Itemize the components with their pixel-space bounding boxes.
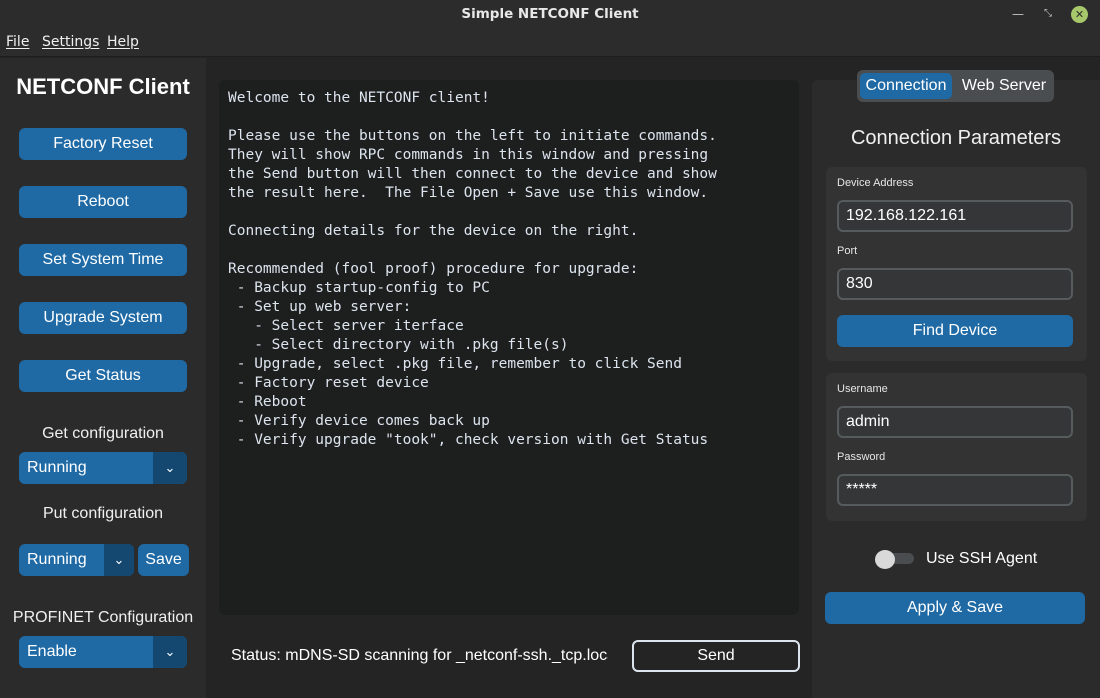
chevron-down-icon[interactable]: ⌄ (104, 544, 134, 576)
output-textbox[interactable]: Welcome to the NETCONF client! Please us… (219, 80, 799, 615)
maximize-icon[interactable]: ⤡ (1040, 6, 1056, 22)
title-bar: Simple NETCONF Client — ⤡ ✕ (0, 0, 1100, 29)
send-button[interactable]: Send (632, 640, 800, 672)
status-text: Status: mDNS-SD scanning for _netconf-ss… (231, 647, 608, 664)
get-configuration-label: Get configuration (42, 425, 164, 442)
set-system-time-button[interactable]: Set System Time (19, 244, 187, 276)
put-configuration-select[interactable]: Running ⌄ (19, 544, 134, 576)
app-title: NETCONF Client (16, 74, 190, 99)
toggle-knob (875, 550, 895, 569)
password-label: Password (837, 451, 886, 463)
put-configuration-label: Put configuration (42, 505, 164, 522)
chevron-down-icon[interactable]: ⌄ (153, 636, 187, 668)
tab-bar: Connection Web Server (857, 70, 1054, 102)
close-icon[interactable]: ✕ (1071, 6, 1088, 23)
device-address-label: Device Address (837, 177, 914, 189)
factory-reset-button[interactable]: Factory Reset (19, 128, 187, 160)
device-address-input[interactable]: 192.168.122.161 (837, 200, 1073, 232)
output-text: Welcome to the NETCONF client! Please us… (228, 90, 717, 448)
password-input[interactable]: ***** (837, 474, 1073, 506)
minimize-icon[interactable]: — (1010, 6, 1026, 22)
menu-settings[interactable]: Settings (42, 34, 99, 50)
window-title: Simple NETCONF Client (461, 6, 639, 22)
upgrade-system-button[interactable]: Upgrade System (19, 302, 187, 334)
tab-web-server[interactable]: Web Server (957, 73, 1051, 99)
menu-bar: File Settings Help (0, 29, 1100, 57)
port-label: Port (837, 245, 858, 257)
get-configuration-value: Running (27, 459, 87, 476)
username-label: Username (837, 383, 888, 395)
menu-file[interactable]: File (6, 34, 29, 50)
put-configuration-value: Running (27, 551, 87, 568)
tab-connection[interactable]: Connection (860, 73, 952, 99)
save-config-button[interactable]: Save (138, 544, 189, 576)
ssh-agent-toggle[interactable] (875, 550, 914, 569)
menu-help[interactable]: Help (107, 34, 139, 50)
get-status-button[interactable]: Get Status (19, 360, 187, 392)
chevron-down-icon[interactable]: ⌄ (153, 452, 187, 484)
connection-parameters-title: Connection Parameters (850, 127, 1062, 149)
find-device-button[interactable]: Find Device (837, 315, 1073, 347)
get-configuration-select[interactable]: Running ⌄ (19, 452, 187, 484)
username-input[interactable]: admin (837, 406, 1073, 438)
profinet-configuration-label: PROFINET Configuration (12, 609, 194, 626)
reboot-button[interactable]: Reboot (19, 186, 187, 218)
profinet-value: Enable (27, 643, 77, 660)
apply-save-button[interactable]: Apply & Save (825, 592, 1085, 624)
profinet-select[interactable]: Enable ⌄ (19, 636, 187, 668)
port-input[interactable]: 830 (837, 268, 1073, 300)
ssh-agent-label: Use SSH Agent (926, 550, 1038, 567)
